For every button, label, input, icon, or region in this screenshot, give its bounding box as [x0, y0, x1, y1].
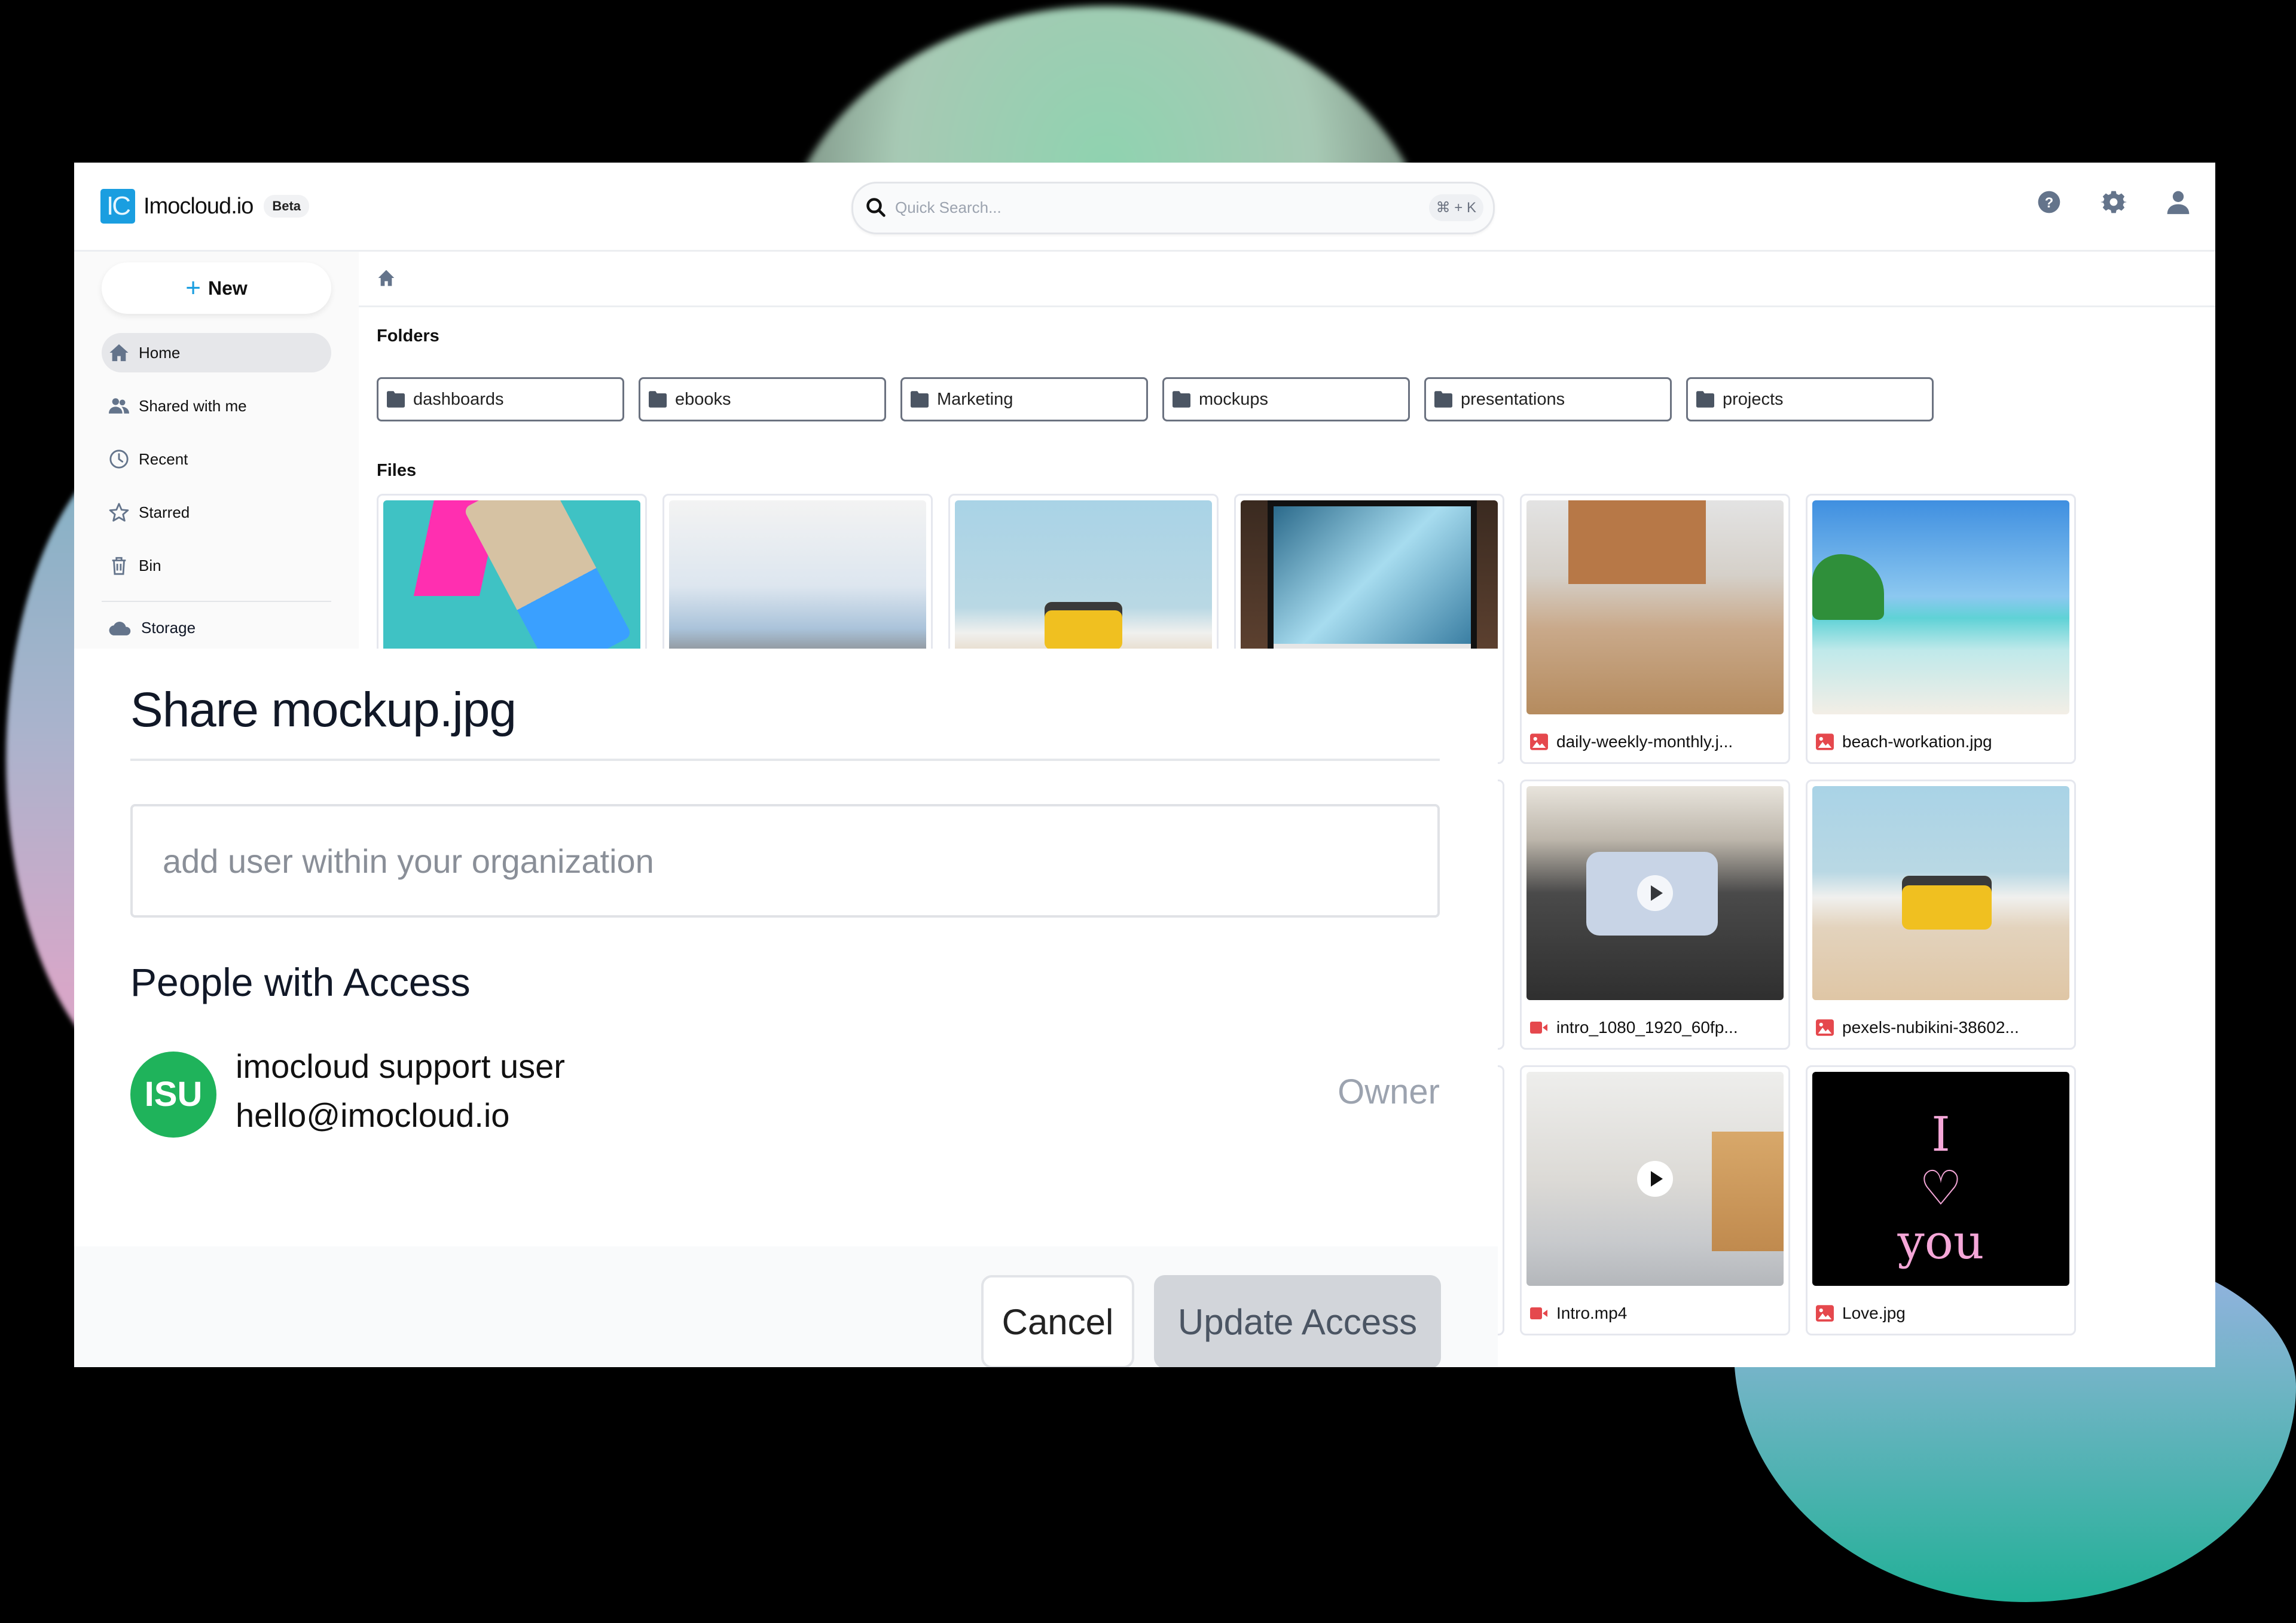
file-name: daily-weekly-monthly.j... — [1556, 732, 1733, 751]
clock-icon — [109, 450, 129, 469]
folder-item[interactable]: dashboards — [377, 377, 624, 421]
sidebar-item-recent[interactable]: Recent — [102, 439, 331, 479]
search-icon — [866, 198, 886, 217]
folder-icon — [911, 391, 929, 408]
folder-name: projects — [1723, 389, 1784, 409]
file-thumbnail — [1526, 500, 1784, 714]
image-file-icon — [1816, 733, 1834, 750]
share-dialog: Share mockup.jpg People with Access ISU … — [74, 649, 1498, 1367]
file-card[interactable]: intro_1080_1920_60fp... — [1520, 780, 1790, 1050]
folder-item[interactable]: presentations — [1424, 377, 1672, 421]
folder-name: mockups — [1199, 389, 1269, 409]
new-button-label: New — [207, 277, 248, 299]
sidebar-item-label: Recent — [139, 450, 188, 468]
file-card[interactable]: Love.jpg — [1806, 1065, 2076, 1335]
users-icon — [109, 398, 129, 414]
play-icon[interactable] — [1637, 875, 1673, 911]
person-email: hello@imocloud.io — [236, 1096, 510, 1134]
folder-icon — [649, 391, 667, 408]
file-name: Intro.mp4 — [1556, 1304, 1628, 1322]
breadcrumb — [359, 252, 2215, 307]
user-icon[interactable] — [2165, 189, 2191, 215]
add-user-input[interactable] — [130, 804, 1440, 918]
access-list-item: ISU imocloud support user hello@imocloud… — [130, 1047, 1440, 1138]
update-access-button[interactable]: Update Access — [1154, 1275, 1441, 1367]
file-card[interactable]: pexels-nubikini-38602... — [1806, 780, 2076, 1050]
folder-name: ebooks — [675, 389, 731, 409]
folder-item[interactable]: ebooks — [639, 377, 886, 421]
search-shortcut: ⌘ + K — [1428, 194, 1483, 221]
file-thumbnail — [1526, 786, 1784, 1000]
person-name: imocloud support user — [236, 1047, 565, 1085]
trash-icon — [112, 557, 126, 575]
dialog-footer: Cancel Update Access — [74, 1246, 1498, 1367]
file-thumbnail — [1526, 1072, 1784, 1286]
image-file-icon — [1530, 733, 1548, 750]
sidebar-item-home[interactable]: Home — [102, 333, 331, 372]
file-name: beach-workation.jpg — [1842, 732, 1992, 751]
help-icon[interactable]: ? — [2036, 189, 2062, 215]
folder-list: dashboards ebooks Marketing mockups pres… — [377, 377, 1934, 421]
folders-heading: Folders — [377, 326, 439, 346]
sidebar-item-bin[interactable]: Bin — [102, 546, 331, 585]
sidebar-item-storage[interactable]: Storage — [109, 619, 196, 637]
cloud-icon — [109, 621, 131, 635]
folder-name: dashboards — [413, 389, 504, 409]
role-label: Owner — [1338, 1072, 1440, 1111]
svg-text:?: ? — [2045, 195, 2054, 211]
sidebar-item-label: Home — [139, 343, 181, 362]
app-window: IC Imocloud.io Beta ⌘ + K ? + New Home — [74, 163, 2215, 1367]
new-button[interactable]: + New — [102, 262, 331, 314]
file-card[interactable]: daily-weekly-monthly.j... — [1520, 494, 1790, 764]
file-card[interactable]: beach-workation.jpg — [1806, 494, 2076, 764]
file-name: Love.jpg — [1842, 1304, 1906, 1322]
sidebar-item-label: Shared with me — [139, 396, 247, 415]
sidebar-item-label: Starred — [139, 503, 190, 521]
sidebar-divider — [102, 601, 331, 602]
folder-icon — [1696, 391, 1714, 408]
people-with-access-heading: People with Access — [130, 960, 471, 1004]
file-name: intro_1080_1920_60fp... — [1556, 1018, 1738, 1037]
folder-icon — [387, 391, 405, 408]
app-name: Imocloud.io — [144, 193, 254, 219]
avatar: ISU — [130, 1052, 216, 1138]
star-icon — [109, 503, 129, 522]
storage-label: Storage — [141, 619, 196, 637]
folder-icon — [1173, 391, 1190, 408]
sidebar-nav: Home Shared with me Recent Starred Bin — [102, 333, 331, 599]
logo[interactable]: IC Imocloud.io Beta — [100, 189, 310, 224]
file-thumbnail — [1812, 786, 2069, 1000]
folder-name: presentations — [1461, 389, 1565, 409]
video-file-icon — [1530, 1022, 1547, 1034]
beta-badge: Beta — [264, 195, 310, 218]
home-icon — [109, 344, 129, 362]
dialog-divider — [130, 759, 1440, 761]
home-icon[interactable] — [377, 268, 396, 288]
file-card[interactable]: Intro.mp4 — [1520, 1065, 1790, 1335]
plus-icon: + — [185, 273, 201, 302]
image-file-icon — [1816, 1305, 1834, 1322]
sidebar-item-shared[interactable]: Shared with me — [102, 386, 331, 426]
file-name: pexels-nubikini-38602... — [1842, 1018, 2019, 1037]
quick-search[interactable]: ⌘ + K — [851, 182, 1495, 234]
video-file-icon — [1530, 1307, 1547, 1319]
play-icon[interactable] — [1637, 1161, 1673, 1197]
search-input[interactable] — [894, 192, 1375, 223]
image-file-icon — [1816, 1019, 1834, 1036]
dialog-title: Share mockup.jpg — [130, 683, 517, 737]
folder-item[interactable]: Marketing — [900, 377, 1148, 421]
cancel-button[interactable]: Cancel — [981, 1275, 1134, 1367]
folder-item[interactable]: projects — [1686, 377, 1934, 421]
sidebar-item-label: Bin — [139, 556, 161, 574]
logo-mark: IC — [100, 189, 135, 224]
sidebar-item-starred[interactable]: Starred — [102, 493, 331, 532]
file-thumbnail — [1812, 1072, 2069, 1286]
top-bar: IC Imocloud.io Beta ⌘ + K ? — [74, 163, 2215, 252]
folder-item[interactable]: mockups — [1162, 377, 1410, 421]
folder-icon — [1434, 391, 1452, 408]
folder-name: Marketing — [937, 389, 1013, 409]
files-heading: Files — [377, 461, 417, 480]
gear-icon[interactable] — [2100, 189, 2127, 215]
file-thumbnail — [1812, 500, 2069, 714]
